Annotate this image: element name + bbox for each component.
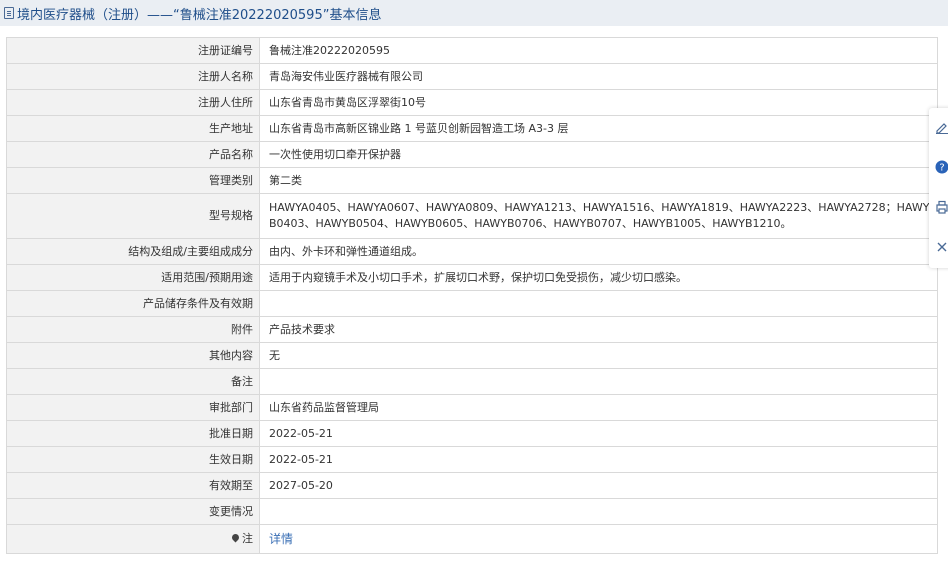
- row-label: 生产地址: [6, 115, 260, 142]
- page-title: 境内医疗器械（注册）——“鲁械注准20222020595”基本信息: [17, 7, 382, 23]
- row-value: 2022-05-21: [259, 446, 938, 473]
- table-row: 审批部门 山东省药品监督管理局: [6, 394, 938, 421]
- row-value: HAWYA0405、HAWYA0607、HAWYA0809、HAWYA1213、…: [259, 193, 938, 239]
- row-value: 山东省青岛市高新区锦业路 1 号蓝贝创新园智造工场 A3-3 层: [259, 115, 938, 142]
- table-row: 注册人名称 青岛海安伟业医疗器械有限公司: [6, 63, 938, 90]
- document-icon: [4, 7, 14, 19]
- page: 境内医疗器械（注册）——“鲁械注准20222020595”基本信息 注册证编号 …: [0, 0, 948, 575]
- info-table: 注册证编号 鲁械注准20222020595 注册人名称 青岛海安伟业医疗器械有限…: [6, 37, 938, 554]
- row-label: 其他内容: [6, 342, 260, 369]
- row-label: 有效期至: [6, 472, 260, 499]
- row-label: 管理类别: [6, 167, 260, 194]
- row-label: 型号规格: [6, 193, 260, 239]
- table-row: 注册证编号 鲁械注准20222020595: [6, 37, 938, 64]
- help-icon[interactable]: ?: [935, 160, 948, 174]
- row-value: 产品技术要求: [259, 316, 938, 343]
- row-label: 适用范围/预期用途: [6, 264, 260, 291]
- table-row: 结构及组成/主要组成成分 由内、外卡环和弹性通道组成。: [6, 238, 938, 265]
- row-label: 批准日期: [6, 420, 260, 447]
- table-row: 有效期至 2027-05-20: [6, 472, 938, 499]
- row-value: 适用于内窥镜手术及小切口手术，扩展切口术野，保护切口免受损伤，减少切口感染。: [259, 264, 938, 291]
- side-toolbar: ?: [929, 108, 948, 268]
- row-value: 由内、外卡环和弹性通道组成。: [259, 238, 938, 265]
- row-label: 结构及组成/主要组成成分: [6, 238, 260, 265]
- row-value: 2022-05-21: [259, 420, 938, 447]
- row-value: [259, 498, 938, 525]
- table-row: 附件 产品技术要求: [6, 316, 938, 343]
- row-label: 审批部门: [6, 394, 260, 421]
- table-row: 变更情况: [6, 498, 938, 525]
- table-row: 注册人住所 山东省青岛市黄岛区浮翠街10号: [6, 89, 938, 116]
- row-label: 附件: [6, 316, 260, 343]
- header-bar: 境内医疗器械（注册）——“鲁械注准20222020595”基本信息: [0, 0, 948, 26]
- row-value: [259, 368, 938, 395]
- row-value: [259, 290, 938, 317]
- table-row: 适用范围/预期用途 适用于内窥镜手术及小切口手术，扩展切口术野，保护切口免受损伤…: [6, 264, 938, 291]
- row-label: 注册人名称: [6, 63, 260, 90]
- note-label-cell: 注: [6, 524, 260, 554]
- row-label: 变更情况: [6, 498, 260, 525]
- table-row: 生效日期 2022-05-21: [6, 446, 938, 473]
- row-label: 生效日期: [6, 446, 260, 473]
- row-label: 注册人住所: [6, 89, 260, 116]
- pin-icon: [230, 532, 241, 543]
- table-row: 生产地址 山东省青岛市高新区锦业路 1 号蓝贝创新园智造工场 A3-3 层: [6, 115, 938, 142]
- close-icon[interactable]: [935, 240, 948, 254]
- note-row: 注 详情: [6, 524, 938, 554]
- row-value: 青岛海安伟业医疗器械有限公司: [259, 63, 938, 90]
- row-value: 山东省药品监督管理局: [259, 394, 938, 421]
- svg-text:?: ?: [939, 163, 944, 174]
- table-row: 备注: [6, 368, 938, 395]
- table-row: 产品名称 一次性使用切口牵开保护器: [6, 141, 938, 168]
- edit-icon[interactable]: [935, 120, 948, 134]
- row-label: 产品储存条件及有效期: [6, 290, 260, 317]
- row-label: 产品名称: [6, 141, 260, 168]
- detail-link[interactable]: 详情: [269, 532, 293, 546]
- table-row: 其他内容 无: [6, 342, 938, 369]
- note-value-cell: 详情: [259, 524, 938, 554]
- row-value: 一次性使用切口牵开保护器: [259, 141, 938, 168]
- row-value: 山东省青岛市黄岛区浮翠街10号: [259, 89, 938, 116]
- row-label: 注册证编号: [6, 37, 260, 64]
- print-icon[interactable]: [935, 200, 948, 214]
- table-row: 管理类别 第二类: [6, 167, 938, 194]
- row-value: 第二类: [259, 167, 938, 194]
- row-value: 2027-05-20: [259, 472, 938, 499]
- table-row: 型号规格 HAWYA0405、HAWYA0607、HAWYA0809、HAWYA…: [6, 193, 938, 239]
- note-label: 注: [242, 532, 253, 545]
- table-row: 批准日期 2022-05-21: [6, 420, 938, 447]
- table-row: 产品储存条件及有效期: [6, 290, 938, 317]
- row-label: 备注: [6, 368, 260, 395]
- row-value: 鲁械注准20222020595: [259, 37, 938, 64]
- row-value: 无: [259, 342, 938, 369]
